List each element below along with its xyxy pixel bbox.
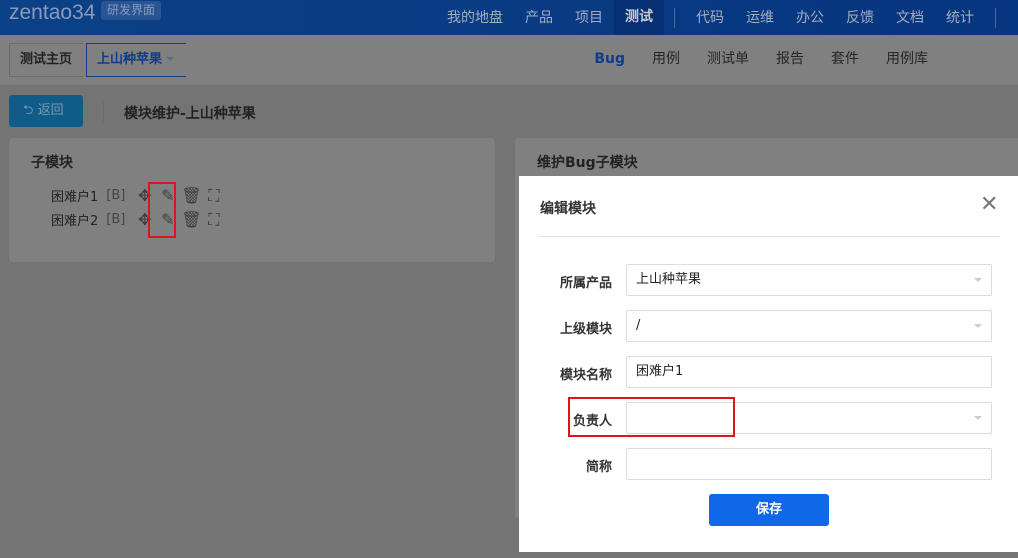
product-value: 上山种苹果 [636, 272, 702, 287]
tab-bug[interactable]: Bug [594, 44, 625, 74]
nav-ops[interactable]: 运维 [735, 6, 785, 30]
nav-stats[interactable]: 统计 [935, 6, 985, 30]
app-logo[interactable]: zentao34 [9, 1, 95, 25]
product-select[interactable]: 上山种苹果 [626, 264, 992, 296]
sitemap-icon[interactable]: ⛶ [204, 186, 223, 205]
submodule-panel: 子模块 困难户1 [B] ✥ ✎ 🗑 ⛶ 困难户2 [B] ✥ ✎ 🗑 ⛶ [9, 138, 495, 262]
save-button[interactable]: 保存 [709, 494, 829, 526]
caret-down-icon [166, 57, 175, 65]
breadcrumb-test-home[interactable]: 测试主页 [9, 43, 83, 77]
back-label: 返回 [37, 103, 64, 118]
divider [103, 102, 104, 122]
undo-icon: ⮌ [23, 103, 34, 118]
module-name: 困难户2 [51, 213, 99, 229]
module-name-input[interactable]: 困难户1 [626, 356, 992, 388]
module-name: 困难户1 [51, 189, 99, 205]
panel-title: 维护Bug子模块 [537, 155, 638, 171]
product-label: 所属产品 [559, 276, 612, 291]
sitemap-icon[interactable]: ⛶ [204, 210, 223, 229]
page-title: 模块维护-上山种苹果 [124, 106, 256, 122]
trash-icon[interactable]: 🗑 [181, 186, 201, 205]
nav-code[interactable]: 代码 [685, 6, 735, 30]
caret-down-icon [974, 278, 982, 286]
interface-badge[interactable]: 研发界面 [101, 1, 162, 20]
parent-module-select[interactable]: / [626, 310, 992, 342]
caret-down-icon [974, 324, 982, 332]
tab-testtask[interactable]: 测试单 [707, 44, 749, 74]
edit-module-dialog: 编辑模块 ✕ 所属产品 上山种苹果 上级模块 / 模块名称 困难户1 负责人 简… [519, 176, 1018, 552]
list-item: 困难户1 [B] ✥ ✎ 🗑 ⛶ [51, 185, 223, 205]
divider [538, 236, 1000, 237]
nav-divider [674, 7, 675, 28]
nav-feedback[interactable]: 反馈 [835, 6, 885, 30]
module-tag: [B] [106, 187, 126, 203]
back-button[interactable]: ⮌ 返回 [9, 95, 83, 127]
parent-module-value: / [636, 318, 641, 333]
tab-report[interactable]: 报告 [776, 44, 804, 74]
parent-module-label: 上级模块 [559, 322, 612, 337]
nav-product[interactable]: 产品 [514, 6, 564, 30]
module-name-label: 模块名称 [559, 368, 612, 383]
nav-office[interactable]: 办公 [785, 6, 835, 30]
breadcrumb-product-select[interactable]: 上山种苹果 [86, 43, 186, 77]
highlight-box [568, 397, 735, 437]
nav-test[interactable]: 测试 [614, 0, 664, 35]
top-navbar: zentao34 研发界面 我的地盘 产品 项目 测试 代码 运维 办公 反馈 … [0, 0, 1018, 35]
module-tag: [B] [106, 211, 126, 227]
nav-project[interactable]: 项目 [564, 6, 614, 30]
panel-title: 子模块 [31, 155, 73, 171]
tab-caselib[interactable]: 用例库 [886, 44, 928, 74]
list-item: 困难户2 [B] ✥ ✎ 🗑 ⛶ [51, 209, 223, 229]
nav-my[interactable]: 我的地盘 [436, 6, 514, 30]
breadcrumb-product-label: 上山种苹果 [97, 52, 163, 67]
tab-cases[interactable]: 用例 [652, 44, 680, 74]
close-icon[interactable]: ✕ [980, 192, 998, 217]
nav-divider [995, 7, 996, 28]
short-name-input[interactable] [626, 448, 992, 480]
module-name-value: 困难户1 [636, 364, 684, 379]
dialog-title: 编辑模块 [540, 201, 596, 217]
trash-icon[interactable]: 🗑 [181, 210, 201, 229]
caret-down-icon [974, 416, 982, 424]
main-nav: 我的地盘 产品 项目 测试 代码 运维 办公 反馈 文档 统计 [436, 0, 1006, 35]
highlight-box [148, 182, 176, 238]
short-name-label: 简称 [585, 460, 612, 475]
sub-nav: Bug 用例 测试单 报告 套件 用例库 [567, 44, 928, 74]
tab-suite[interactable]: 套件 [831, 44, 859, 74]
nav-doc[interactable]: 文档 [885, 6, 935, 30]
